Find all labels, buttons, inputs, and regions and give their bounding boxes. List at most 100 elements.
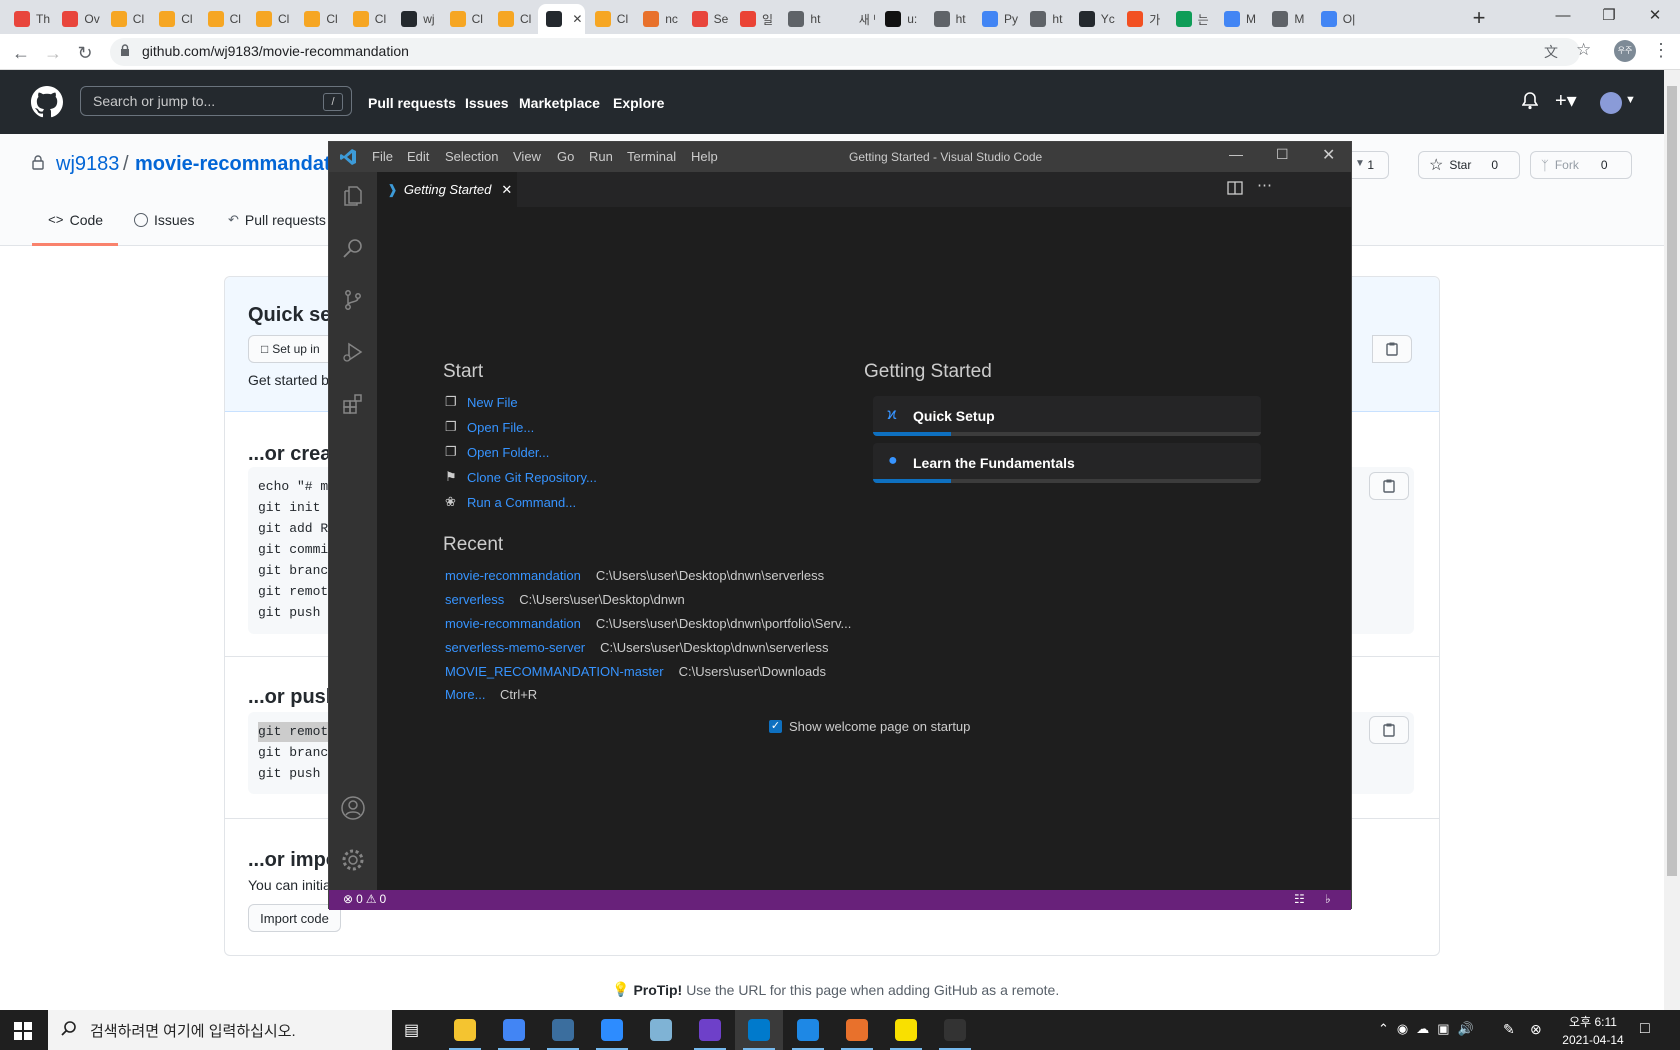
tab-issues[interactable]: Issues [134, 212, 194, 228]
menu-selection[interactable]: Selection [445, 149, 498, 164]
feedback-icon[interactable]: ☷ [1294, 892, 1305, 906]
back-icon[interactable]: ← [8, 40, 34, 66]
recent-item-name[interactable]: movie-recommandation [445, 568, 581, 583]
show-welcome-checkbox[interactable]: ✓ [769, 720, 782, 733]
minimize-button[interactable]: — [1540, 0, 1586, 34]
repo-name-link[interactable]: movie-recommandati [135, 153, 336, 176]
create-new-icon[interactable]: +▾ [1555, 88, 1577, 113]
learn-fundamentals-card[interactable]: ● Learn the Fundamentals [873, 443, 1261, 483]
browser-tab[interactable]: Cl [248, 4, 294, 34]
clock[interactable]: 오후 6:11 2021-04-14 [1558, 1013, 1628, 1047]
start-new-file-link[interactable]: ❐ New File [445, 394, 518, 410]
tab-pull-requests[interactable]: ↶ Pull requests [228, 212, 326, 228]
vscode-close-button[interactable]: ✕ [1322, 145, 1335, 165]
browser-tab[interactable]: 새 탭 [829, 4, 875, 34]
browser-tab[interactable]: Py [974, 4, 1020, 34]
recent-item[interactable]: MOVIE_RECOMMANDATION-master C:\Users\user… [445, 663, 826, 681]
taskbar-app-mysql-workbench[interactable] [539, 1010, 587, 1050]
taskbar-app-github-desktop[interactable] [686, 1010, 734, 1050]
bookmark-star-icon[interactable]: ☆ [1576, 40, 1591, 60]
start-clone-git-repository-link[interactable]: ⚑ Clone Git Repository... [445, 469, 597, 485]
menu-go[interactable]: Go [557, 149, 574, 164]
chevron-down-icon[interactable]: ▼ [1625, 94, 1636, 106]
notifications-bell-icon[interactable]: ♭ [1325, 892, 1331, 906]
new-tab-button[interactable]: + [1466, 6, 1492, 32]
pen-icon[interactable]: ✎ [1503, 1021, 1515, 1038]
browser-tab[interactable]: ht [926, 4, 972, 34]
star-button[interactable]: ☆ Star 0 [1418, 151, 1520, 179]
forward-icon[interactable]: → [40, 40, 66, 66]
close-window-button[interactable]: ✕ [1632, 0, 1678, 34]
browser-tab[interactable]: M [1216, 4, 1262, 34]
settings-gear-icon[interactable] [329, 836, 377, 884]
taskbar-app-zoom[interactable] [588, 1010, 636, 1050]
browser-tab[interactable]: Se [684, 4, 730, 34]
browser-tab[interactable]: M [1264, 4, 1310, 34]
restore-button[interactable]: ❐ [1586, 0, 1632, 34]
browser-tab[interactable]: Th [6, 4, 52, 34]
recent-item[interactable]: movie-recommandation C:\Users\user\Deskto… [445, 615, 851, 633]
task-view-icon[interactable]: ▤ [404, 1020, 419, 1040]
repo-owner-link[interactable]: wj9183 [56, 153, 119, 176]
browser-tab[interactable]: nc [635, 4, 681, 34]
nav-issues[interactable]: Issues [465, 95, 509, 111]
browser-tab[interactable]: 가 [1119, 4, 1165, 34]
quick-setup-card[interactable]: ϰ Quick Setup [873, 396, 1261, 436]
accounts-icon[interactable] [329, 784, 377, 832]
reload-icon[interactable]: ↻ [72, 40, 98, 66]
taskbar-app-kakaotalk[interactable] [882, 1010, 930, 1050]
taskbar-app-terminal[interactable] [931, 1010, 979, 1050]
taskbar-app-app[interactable] [637, 1010, 685, 1050]
menu-file[interactable]: File [372, 149, 393, 164]
profile-avatar[interactable]: 우주 [1614, 40, 1636, 62]
system-tray-icons[interactable]: ⌃◉☁▣🔊 [1378, 1021, 1482, 1037]
copy-url-button[interactable] [1372, 335, 1412, 363]
more-actions-icon[interactable]: ⋯ [1257, 176, 1272, 194]
fork-button[interactable]: ᛉ Fork 0 [1530, 151, 1632, 179]
browser-tab[interactable]: ht [780, 4, 826, 34]
start-run-a-command-link[interactable]: ❀ Run a Command... [445, 494, 576, 510]
tab-getting-started[interactable]: ❱ Getting Started ✕ [377, 172, 517, 207]
menu-help[interactable]: Help [691, 149, 718, 164]
split-editor-icon[interactable] [1227, 180, 1243, 201]
recent-item-name[interactable]: movie-recommandation [445, 616, 581, 631]
menu-edit[interactable]: Edit [407, 149, 429, 164]
recent-item[interactable]: serverless C:\Users\user\Desktop\dnwn [445, 591, 685, 609]
translate-icon[interactable]: 文 [1544, 42, 1558, 62]
tab-code[interactable]: <> Code [48, 212, 103, 228]
browser-tab[interactable]: Cl [200, 4, 246, 34]
browser-tab[interactable]: Cl [345, 4, 391, 34]
browser-tab[interactable]: O| [1313, 4, 1359, 34]
browser-tab[interactable]: Cl [442, 4, 488, 34]
start-open-folder-link[interactable]: ❐ Open Folder... [445, 444, 549, 460]
browser-tab[interactable]: wj [393, 4, 439, 34]
browser-tab[interactable]: Ov [54, 4, 100, 34]
browser-tab[interactable]: Cl [490, 4, 536, 34]
browser-tab[interactable]: ht [1022, 4, 1068, 34]
recent-more-link[interactable]: More... [445, 687, 485, 702]
run-debug-icon[interactable] [329, 328, 377, 376]
user-avatar[interactable] [1600, 92, 1622, 114]
start-open-file-link[interactable]: ❐ Open File... [445, 419, 534, 435]
search-icon[interactable] [329, 224, 377, 272]
menu-terminal[interactable]: Terminal [627, 149, 676, 164]
taskbar-app-office[interactable] [833, 1010, 881, 1050]
browser-tab[interactable]: Cl [296, 4, 342, 34]
nav-pull-requests[interactable]: Pull requests [368, 95, 456, 111]
action-center-icon[interactable]: □ [1640, 1020, 1650, 1038]
github-logo-icon[interactable] [31, 86, 63, 123]
vscode-minimize-button[interactable]: — [1229, 146, 1243, 162]
close-tab-icon[interactable]: ✕ [501, 182, 512, 198]
browser-tab[interactable]: Cl [103, 4, 149, 34]
recent-item-name[interactable]: serverless [445, 592, 504, 607]
browser-tab[interactable]: Yc [1071, 4, 1117, 34]
browser-tab[interactable]: Cl [587, 4, 633, 34]
taskbar-search-input[interactable]: 검색하려면 여기에 입력하십시오. [48, 1010, 392, 1050]
recent-item-name[interactable]: MOVIE_RECOMMANDATION-master [445, 664, 664, 679]
copy-create-button[interactable] [1369, 472, 1409, 500]
close-circle-icon[interactable]: ⊗ [1530, 1021, 1542, 1038]
source-control-icon[interactable] [329, 276, 377, 324]
watch-dropdown-icon[interactable]: ▼ [1355, 158, 1365, 169]
bell-icon[interactable] [1521, 92, 1539, 115]
menu-view[interactable]: View [513, 149, 541, 164]
